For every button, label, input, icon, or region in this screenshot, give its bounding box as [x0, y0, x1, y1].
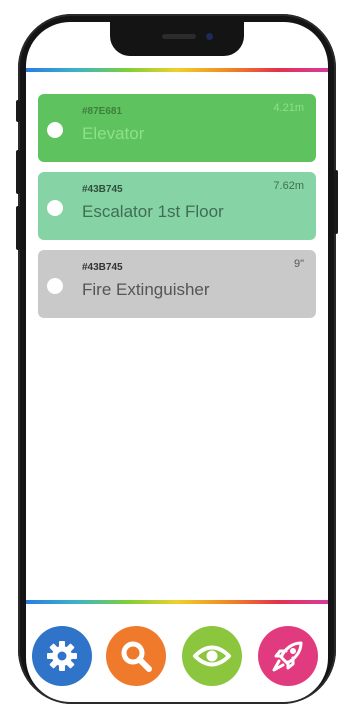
- beacon-list: #87E681 4.21m Elevator #43B745 7.62m Esc…: [38, 94, 316, 328]
- search-button[interactable]: [106, 626, 166, 686]
- item-distance: 9": [293, 258, 304, 270]
- view-button[interactable]: [182, 626, 242, 686]
- settings-button[interactable]: [32, 626, 92, 686]
- list-item[interactable]: #43B745 9" Fire Extinguisher: [38, 250, 316, 318]
- item-code: #43B745: [82, 184, 123, 195]
- item-distance: 7.62m: [273, 180, 304, 192]
- eye-icon: [193, 645, 231, 667]
- notch: [110, 22, 244, 56]
- phone-screen: #87E681 4.21m Elevator #43B745 7.62m Esc…: [26, 22, 328, 702]
- speaker: [162, 34, 196, 39]
- volume-up-button: [16, 150, 20, 194]
- rainbow-divider-top: [26, 68, 328, 72]
- list-item[interactable]: #87E681 4.21m Elevator: [38, 94, 316, 162]
- item-code: #43B745: [82, 262, 123, 273]
- mute-switch: [16, 100, 20, 122]
- volume-down-button: [16, 206, 20, 250]
- list-item[interactable]: #43B745 7.62m Escalator 1st Floor: [38, 172, 316, 240]
- front-camera: [206, 33, 213, 40]
- radio-button[interactable]: [47, 278, 63, 294]
- rainbow-divider-bottom: [26, 600, 328, 604]
- item-distance: 4.21m: [273, 102, 304, 114]
- power-button: [334, 170, 338, 234]
- item-name: Elevator: [82, 124, 145, 143]
- bottom-nav: [26, 620, 328, 690]
- item-name: Fire Extinguisher: [82, 280, 210, 299]
- radio-button[interactable]: [47, 200, 63, 216]
- item-name: Escalator 1st Floor: [82, 202, 224, 221]
- radio-button[interactable]: [47, 122, 63, 138]
- gear-icon: [47, 641, 77, 671]
- item-code: #87E681: [82, 106, 123, 117]
- launch-button[interactable]: [258, 626, 318, 686]
- search-icon: [121, 641, 152, 672]
- rocket-icon: [272, 641, 303, 672]
